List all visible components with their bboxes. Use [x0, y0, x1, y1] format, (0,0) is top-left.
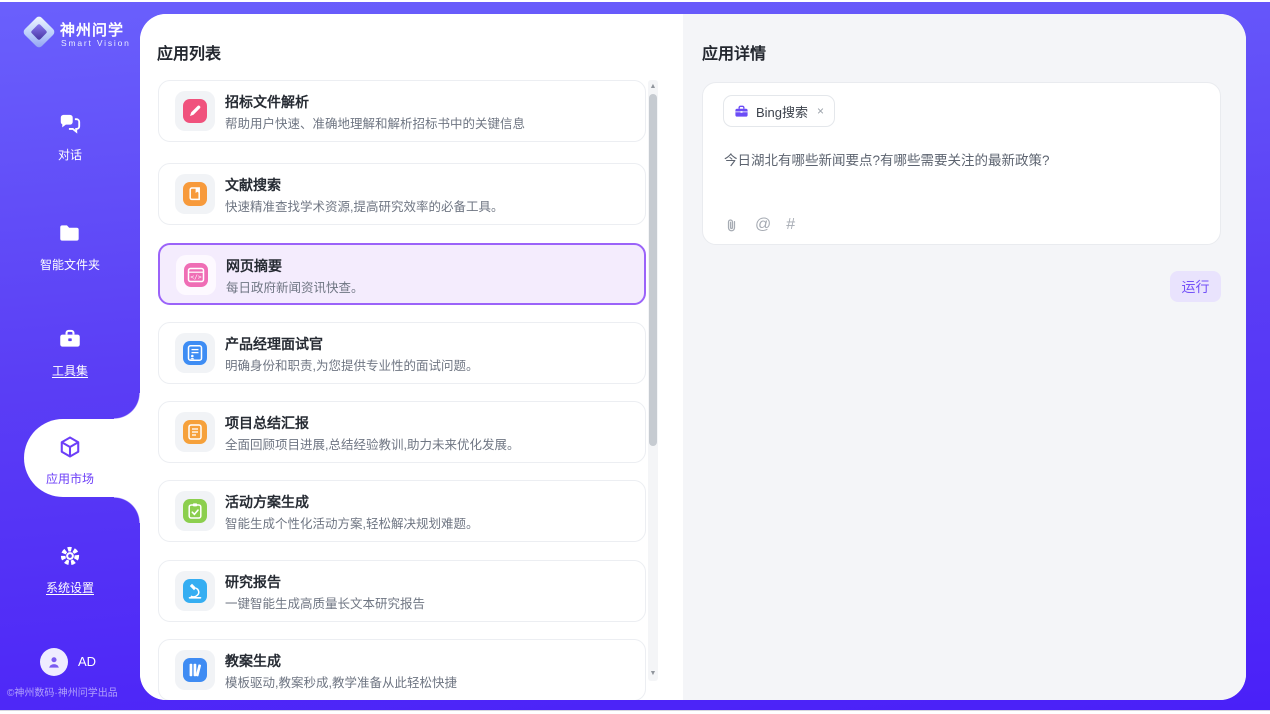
app-card-event-plan[interactable]: 活动方案生成 智能生成个性化活动方案,轻松解决规划难题。	[158, 480, 646, 542]
app-card-desc: 全面回顾项目进展,总结经验教训,助力未来优化发展。	[225, 434, 519, 453]
gear-icon	[57, 543, 83, 569]
app-icon-tile	[175, 174, 215, 214]
code-window-icon: </>	[184, 263, 208, 287]
prompt-card: Bing搜索 × 今日湖北有哪些新闻要点?有哪些需要关注的最新政策? @ #	[702, 82, 1221, 245]
brand-name: 神州问学	[60, 19, 124, 40]
app-card-title: 产品经理面试官	[225, 334, 323, 354]
clipboard-check-icon	[183, 499, 207, 523]
avatar	[40, 648, 68, 676]
sidebar-item-label: 工具集	[0, 362, 140, 379]
app-card-lesson-plan[interactable]: 教案生成 模板驱动,教案秒成,教学准备从此轻松快捷	[158, 639, 646, 700]
book-icon	[183, 182, 207, 206]
hash-icon[interactable]: #	[786, 216, 795, 234]
report-note-icon	[183, 420, 207, 444]
copyright-footer: ©神州数码·神州问学出品	[7, 684, 177, 699]
sidebar-item-app-market[interactable]: 应用市场	[0, 434, 140, 487]
app-icon-tile	[175, 91, 215, 131]
composer-toolbar: @ #	[723, 216, 795, 234]
app-card-literature-search[interactable]: 文献搜索 快速精准查找学术资源,提高研究效率的必备工具。	[158, 163, 646, 225]
brand-subtitle: Smart Vision	[61, 38, 131, 48]
app-card-title: 研究报告	[225, 572, 281, 592]
interview-doc-icon	[183, 341, 207, 365]
svg-text:</>: </>	[190, 274, 201, 281]
app-window: 神州问学 Smart Vision 对话 智能文件夹 工具集	[0, 0, 1270, 714]
tool-chip-bing-search[interactable]: Bing搜索 ×	[723, 95, 835, 127]
cube-icon	[57, 434, 83, 460]
main-content: 应用列表 招标文件解析 帮助用户快速、准确地理解和解析招标书中的关键信息	[140, 14, 1246, 700]
user-initials: AD	[78, 654, 96, 669]
sidebar-item-settings[interactable]: 系统设置	[0, 543, 140, 596]
pen-icon	[183, 99, 207, 123]
scrollbar-down-arrow[interactable]: ▼	[648, 668, 658, 680]
app-detail-title: 应用详情	[702, 40, 766, 64]
sidebar-item-label: 应用市场	[0, 470, 140, 487]
app-icon-tile	[175, 650, 215, 690]
app-card-web-summary[interactable]: </> 网页摘要 每日政府新闻资讯快查。	[158, 243, 646, 305]
app-card-title: 教案生成	[225, 651, 281, 671]
app-icon-tile: </>	[176, 255, 216, 295]
chat-icon	[57, 110, 83, 136]
sidebar-item-label: 对话	[0, 146, 140, 163]
app-list-title: 应用列表	[157, 40, 221, 64]
app-card-title: 文献搜索	[225, 175, 281, 195]
run-button[interactable]: 运行	[1170, 271, 1221, 302]
app-detail-panel: 应用详情 Bing搜索 × 今日湖北有哪些新闻要点?有哪些需要关注的最新政	[683, 14, 1246, 700]
window-bottom-edge	[0, 710, 1270, 711]
app-card-desc: 帮助用户快速、准确地理解和解析招标书中的关键信息	[225, 113, 525, 132]
person-icon	[45, 653, 63, 671]
mention-icon[interactable]: @	[755, 216, 771, 234]
user-account[interactable]: AD	[0, 646, 140, 680]
app-card-desc: 每日政府新闻资讯快查。	[226, 277, 364, 296]
list-scrollbar[interactable]: ▲ ▼	[648, 80, 658, 681]
app-card-project-summary[interactable]: 项目总结汇报 全面回顾项目进展,总结经验教训,助力未来优化发展。	[158, 401, 646, 463]
sidebar-item-label: 系统设置	[0, 579, 140, 596]
app-card-desc: 智能生成个性化活动方案,轻松解决规划难题。	[225, 513, 478, 532]
query-text[interactable]: 今日湖北有哪些新闻要点?有哪些需要关注的最新政策?	[724, 149, 1204, 169]
app-card-title: 招标文件解析	[225, 92, 309, 112]
app-card-desc: 明确身份和职责,为您提供专业性的面试问题。	[225, 355, 478, 374]
scrollbar-thumb[interactable]	[649, 94, 657, 446]
app-card-desc: 一键智能生成高质量长文本研究报告	[225, 593, 425, 612]
toolbox-icon	[57, 326, 83, 352]
app-card-title: 网页摘要	[226, 256, 282, 276]
app-card-desc: 快速精准查找学术资源,提高研究效率的必备工具。	[225, 196, 503, 215]
microscope-icon	[183, 579, 207, 603]
app-icon-tile	[175, 491, 215, 531]
app-card-pm-interviewer[interactable]: 产品经理面试官 明确身份和职责,为您提供专业性的面试问题。	[158, 322, 646, 384]
briefcase-icon	[734, 104, 749, 119]
paperclip-icon[interactable]	[723, 217, 740, 234]
app-card-title: 活动方案生成	[225, 492, 309, 512]
tool-chip-label: Bing搜索	[756, 102, 808, 121]
app-card-research-report[interactable]: 研究报告 一键智能生成高质量长文本研究报告	[158, 560, 646, 622]
sidebar-item-label: 智能文件夹	[0, 256, 140, 273]
app-icon-tile	[175, 571, 215, 611]
app-card-title: 项目总结汇报	[225, 413, 309, 433]
sidebar-item-smart-folder[interactable]: 智能文件夹	[0, 220, 140, 273]
sidebar-item-chat[interactable]: 对话	[0, 110, 140, 163]
books-icon	[183, 658, 207, 682]
folder-icon	[57, 220, 83, 246]
app-list-panel: 应用列表 招标文件解析 帮助用户快速、准确地理解和解析招标书中的关键信息	[140, 14, 683, 700]
active-nav-fillet-top	[114, 393, 140, 419]
app-icon-tile	[175, 333, 215, 373]
sidebar-item-toolset[interactable]: 工具集	[0, 326, 140, 379]
close-icon[interactable]: ×	[817, 104, 824, 118]
scrollbar-up-arrow[interactable]: ▲	[648, 81, 658, 93]
app-card-bid-parsing[interactable]: 招标文件解析 帮助用户快速、准确地理解和解析招标书中的关键信息	[158, 80, 646, 142]
app-icon-tile	[175, 412, 215, 452]
brand-logo-icon	[24, 17, 54, 47]
app-card-desc: 模板驱动,教案秒成,教学准备从此轻松快捷	[225, 672, 457, 691]
active-nav-fillet-bottom	[114, 497, 140, 523]
